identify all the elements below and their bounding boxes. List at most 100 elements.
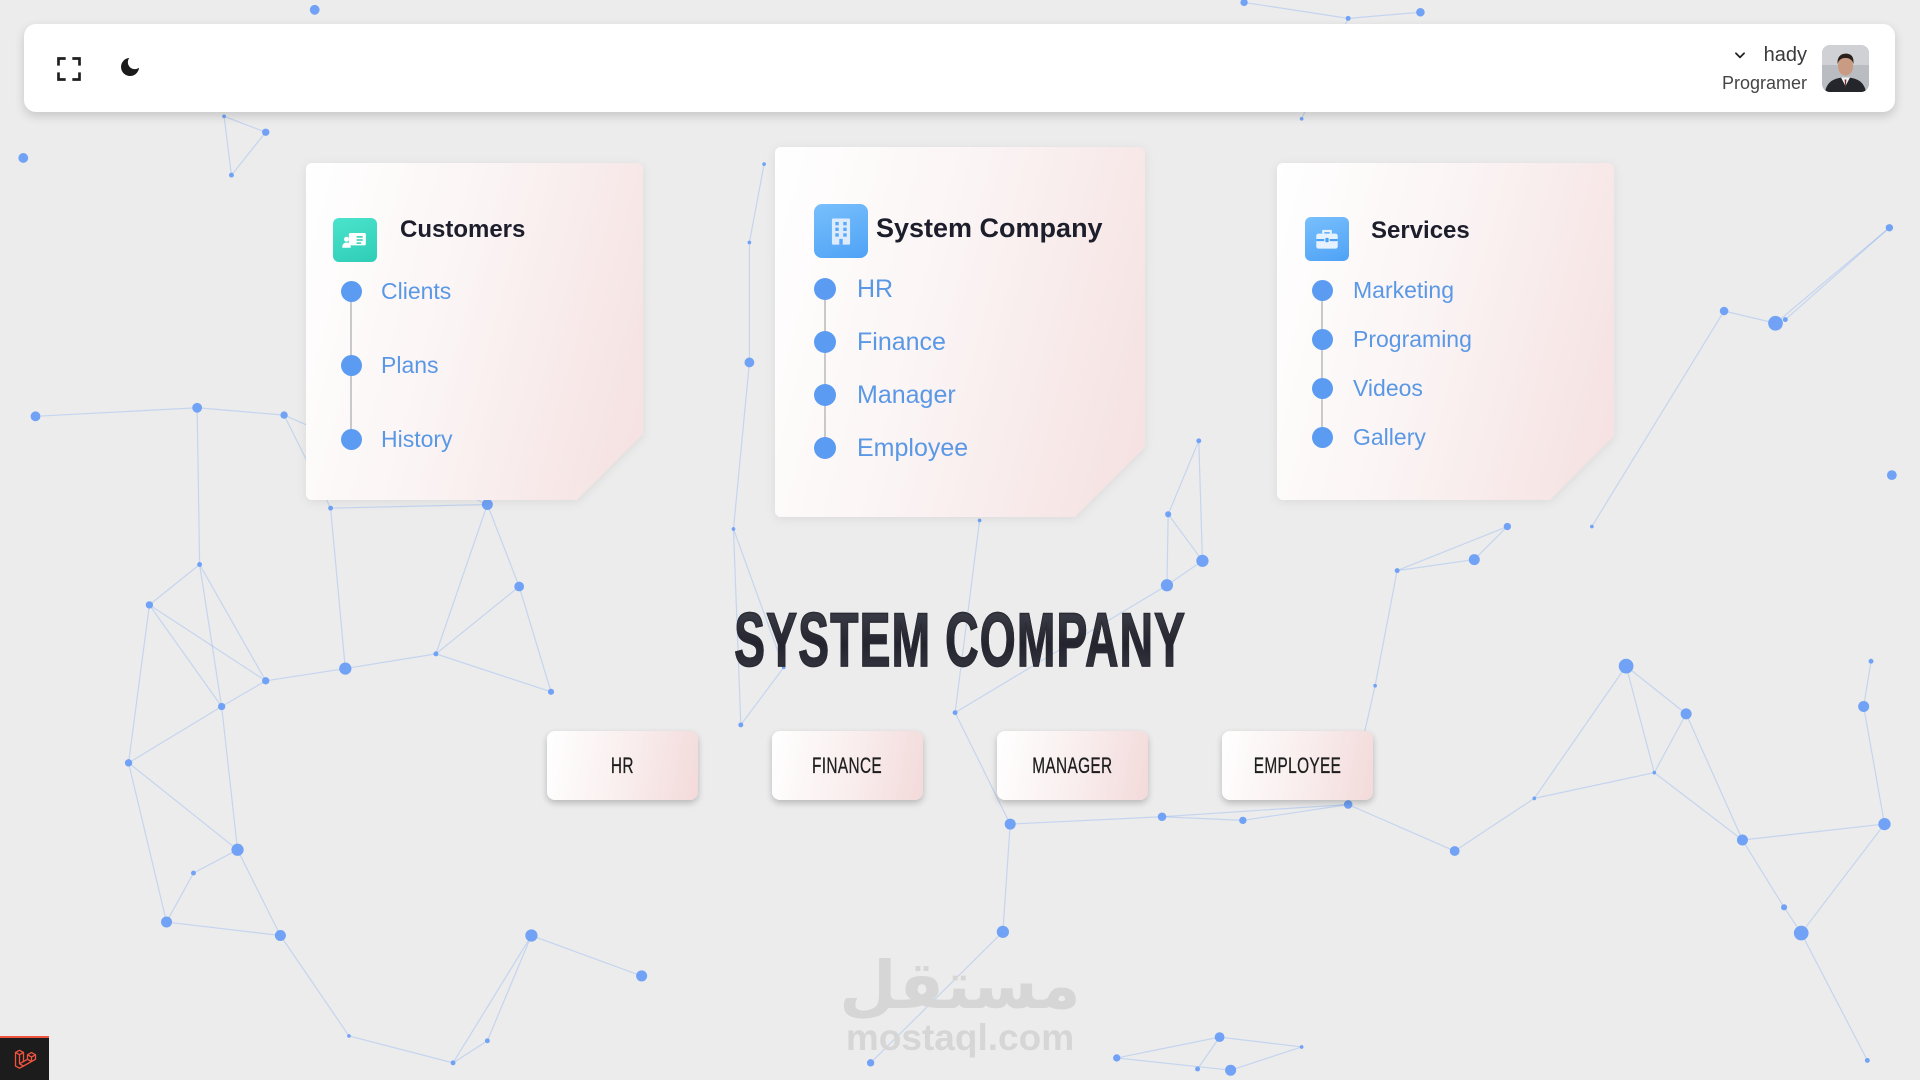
user-role: Programer [1721,73,1807,93]
network-node [18,153,29,163]
debugbar-toggle[interactable] [0,1036,49,1080]
link-label: Clients [381,277,452,304]
network-node [952,710,958,716]
network-line [1166,514,1169,586]
network-node [161,916,173,928]
user-name: hady [1763,44,1807,66]
network-line [1396,525,1508,572]
button-label: FINANCE [812,752,883,778]
network-node [192,402,203,413]
user-menu[interactable]: hady Programer [1695,24,1895,112]
network-node [1004,818,1016,830]
chevron-down-icon [1733,48,1747,62]
network-line [128,762,238,851]
network-node [1680,708,1692,720]
network-line [1002,824,1011,932]
hero-title-text: SYSTEM COMPANY [734,598,1186,683]
network-line [35,407,198,417]
system-company-menu: HR Finance Manager Employee [775,263,1145,475]
services-link-gallery[interactable]: Gallery [1277,413,1614,462]
network-line [1162,803,1349,818]
network-node [228,172,234,178]
theme-toggle-button[interactable] [116,53,144,81]
network-line [237,849,281,936]
network-line [486,504,520,587]
services-card-body: Services Marketing Programing Videos Gal… [1277,163,1614,500]
button-label: MANAGER [1032,752,1113,778]
network-node [1416,7,1425,17]
network-line [1685,713,1743,841]
network-line [166,921,281,937]
services-link-programing[interactable]: Programing [1277,315,1614,364]
system-company-card-body: System Company HR Finance Manager Employ… [775,147,1145,517]
watermark-arabic: مستقل [839,947,1081,1024]
network-node [1793,925,1809,941]
fullscreen-button[interactable] [53,53,85,85]
network-line [1397,558,1475,572]
system-company-card-title: System Company [876,213,1103,243]
network-node [1299,116,1304,121]
avatar[interactable] [1822,45,1869,92]
customers-link-history[interactable]: History [306,402,643,476]
network-line [330,503,488,509]
company-link-manager[interactable]: Manager [775,369,1145,422]
network-node [262,128,270,136]
network-node [1652,770,1657,775]
network-node [547,688,555,695]
network-node [731,527,736,531]
customers-link-plans[interactable]: Plans [306,328,643,402]
network-node [1239,816,1247,825]
quick-link-employee[interactable]: EMPLOYEE [1222,731,1373,800]
link-label: Gallery [1353,423,1426,450]
services-card: Services Marketing Programing Videos Gal… [1277,163,1614,500]
services-link-marketing[interactable]: Marketing [1277,266,1614,315]
quick-link-hr[interactable]: HR [547,731,698,800]
button-label: HR [611,752,634,778]
network-line [230,131,267,176]
network-node [1768,315,1783,331]
network-line [127,762,168,923]
network-line [223,115,266,133]
network-node [328,505,334,511]
network-line [1863,706,1886,825]
quick-link-finance[interactable]: FINANCE [772,731,923,800]
network-node [1781,904,1788,911]
top-navbar: hady Programer [24,24,1895,112]
network-line [221,706,239,850]
network-line [149,564,200,606]
timeline-dot [1312,329,1333,350]
timeline-dot [814,437,836,459]
network-line [732,362,750,530]
network-node [1878,817,1891,831]
quick-link-manager[interactable]: MANAGER [997,731,1148,800]
network-line [1162,816,1243,822]
network-node [1468,554,1480,566]
network-line [1534,772,1655,799]
network-line [1348,11,1421,19]
network-node [1343,800,1353,809]
customers-link-clients[interactable]: Clients [306,254,643,328]
network-line [193,849,238,874]
network-line [1473,526,1508,561]
network-node [1449,846,1460,856]
system-company-card: System Company HR Finance Manager Employ… [775,147,1145,517]
company-link-hr[interactable]: HR [775,263,1145,316]
network-node [1195,1066,1200,1072]
customers-menu: Clients Plans History [306,254,643,476]
building-icon [814,204,868,258]
network-line [1653,772,1743,841]
network-line [223,116,233,176]
network-line [1198,440,1204,561]
company-link-finance[interactable]: Finance [775,316,1145,369]
network-node [1196,554,1209,567]
timeline-dot [814,278,836,300]
network-node [231,843,244,856]
company-link-employee[interactable]: Employee [775,422,1145,475]
network-node [124,759,133,767]
network-node [738,722,744,728]
laravel-icon [14,1049,36,1069]
services-link-videos[interactable]: Videos [1277,364,1614,413]
network-node [1196,438,1202,444]
services-card-title: Services [1371,217,1470,244]
timeline-dot [814,331,836,353]
